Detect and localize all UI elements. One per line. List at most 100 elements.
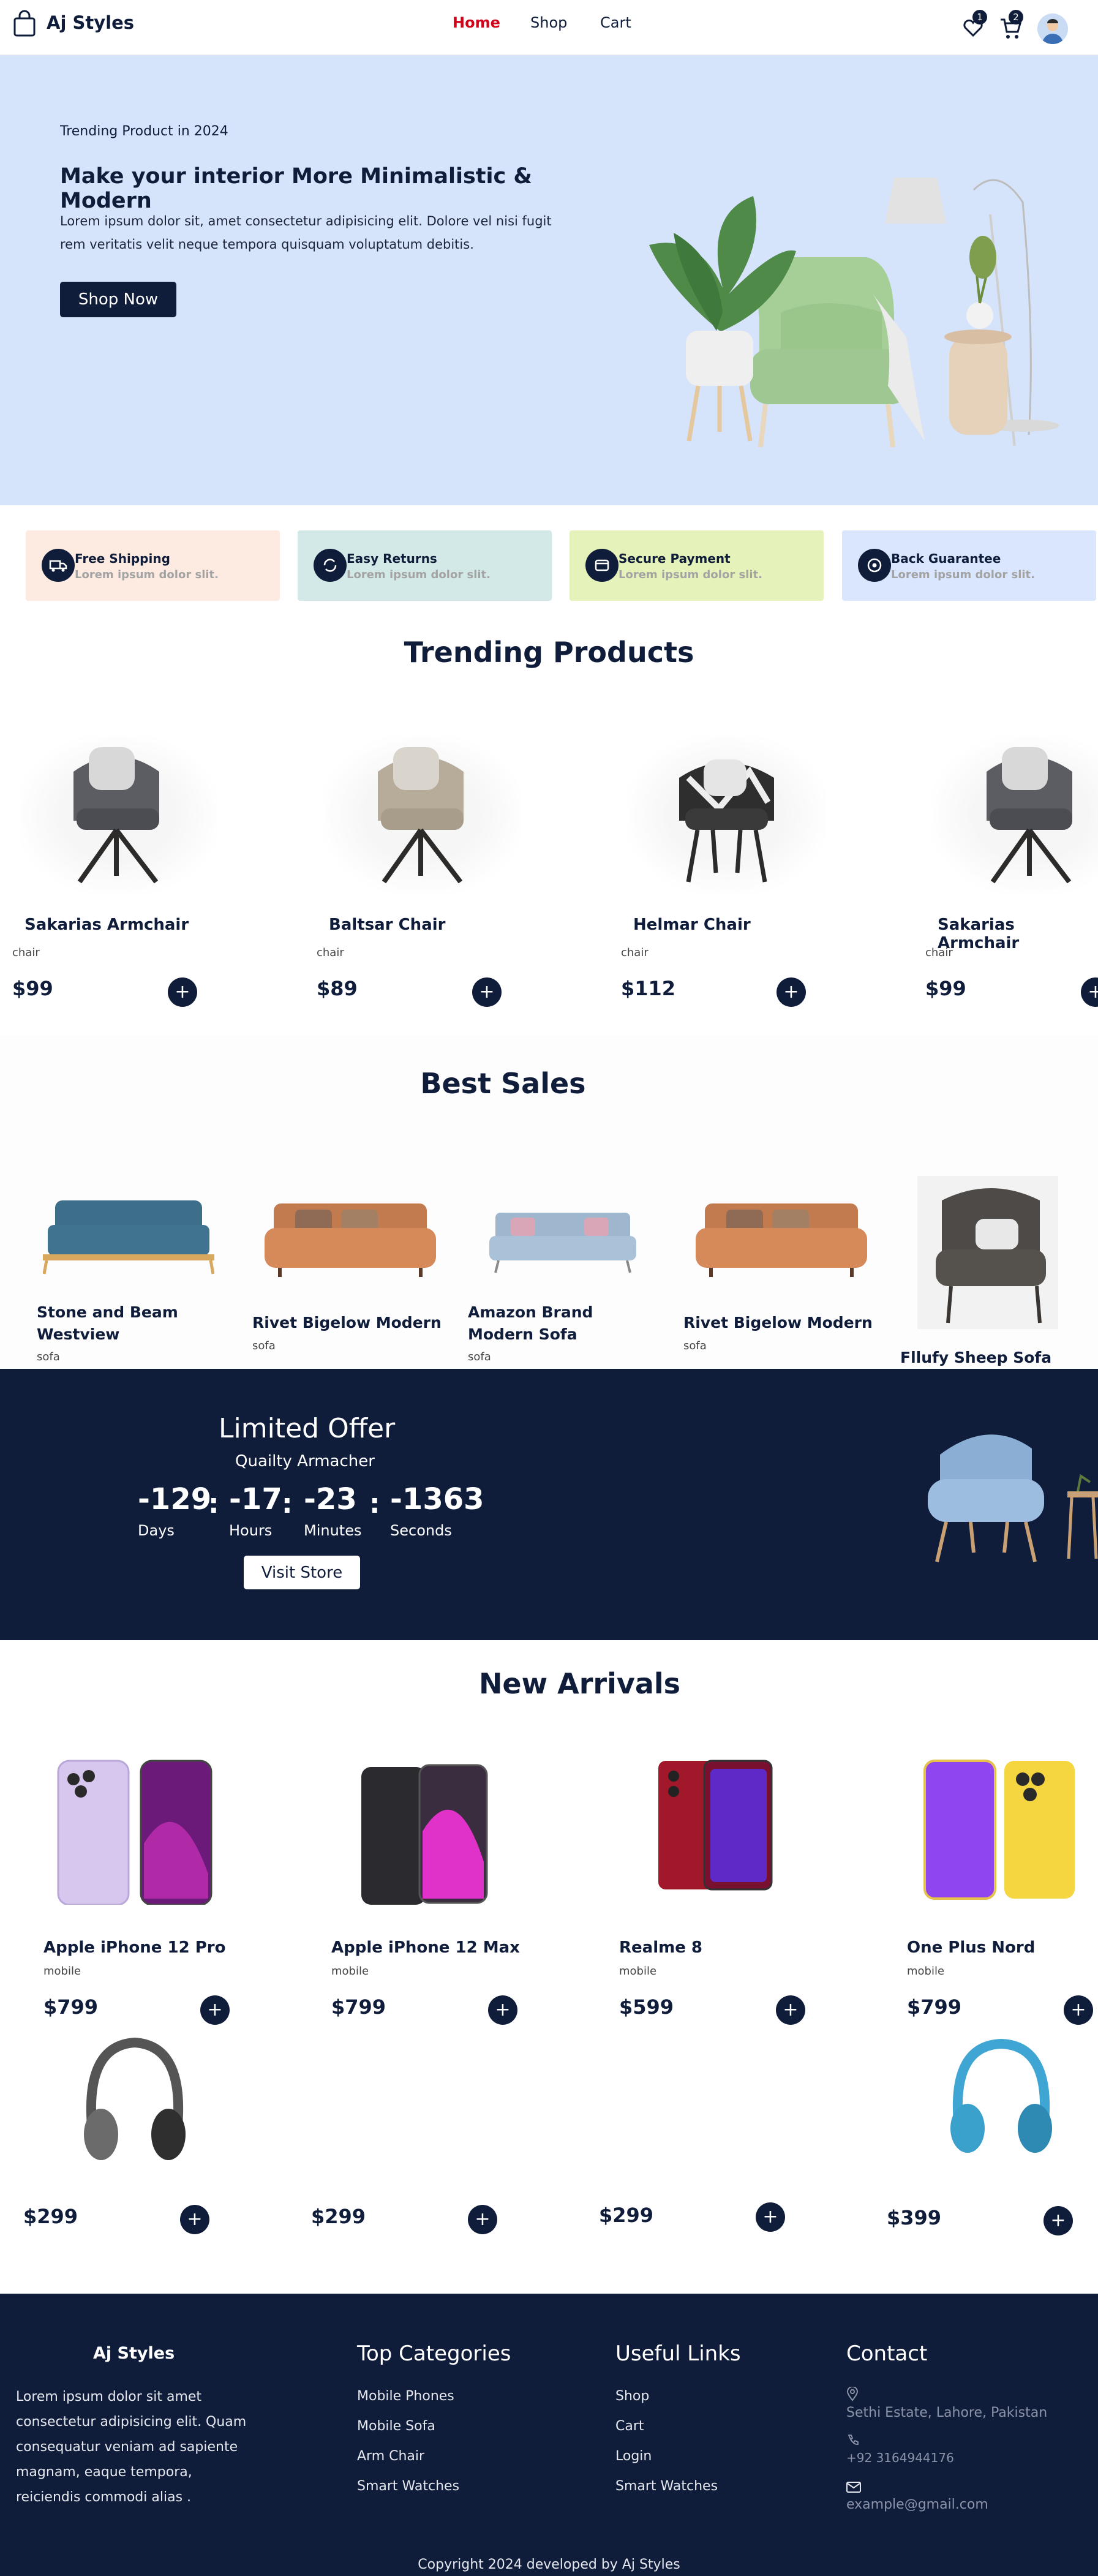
- trending-card[interactable]: Helmar Chair chair $112 +: [609, 704, 854, 1023]
- arrival-card[interactable]: Realme 8 mobile $599 +: [603, 1739, 848, 2033]
- wishlist-badge: 1: [972, 10, 987, 24]
- arrival-card-row2[interactable]: $299 +: [576, 2027, 833, 2248]
- product-name[interactable]: Apple iPhone 12 Max: [331, 1938, 520, 1957]
- user-avatar[interactable]: [1037, 13, 1068, 44]
- add-to-cart-button[interactable]: +: [488, 1995, 517, 2025]
- product-image: [358, 1752, 493, 1905]
- offer-title: Limited Offer: [219, 1413, 396, 1444]
- product-image: [922, 1752, 1081, 1902]
- product-price: $112: [621, 977, 676, 1000]
- trending-card[interactable]: Sakarias Armchair chair $99 +: [913, 704, 1098, 1023]
- product-image: [627, 735, 826, 894]
- best-sales-title: Best Sales: [420, 1067, 586, 1100]
- hero-section: Trending Product in 2024 Make your inter…: [0, 55, 1098, 505]
- feature-subtitle: Lorem ipsum dolor slit.: [619, 568, 762, 581]
- product-name[interactable]: Amazon Brand Modern Sofa: [468, 1301, 627, 1346]
- best-sale-card[interactable]: Fllufy Sheep Sofa: [887, 1151, 1098, 1369]
- feature-title: Back Guarantee: [891, 551, 1001, 566]
- product-name[interactable]: Helmar Chair: [633, 916, 751, 934]
- footer-useful-link[interactable]: Shop: [615, 2389, 649, 2404]
- footer-brand[interactable]: Aj Styles: [93, 2344, 175, 2363]
- add-to-cart-button[interactable]: +: [756, 2202, 785, 2232]
- footer-links-title: Useful Links: [615, 2341, 741, 2366]
- nav-shop[interactable]: Shop: [530, 14, 567, 31]
- product-price: $299: [23, 2205, 78, 2228]
- product-price: $399: [887, 2206, 942, 2229]
- add-to-cart-button[interactable]: +: [776, 977, 806, 1007]
- product-price: $799: [331, 1995, 386, 2019]
- feature-easy-returns: Easy Returns Lorem ipsum dolor slit.: [298, 530, 552, 601]
- product-name[interactable]: Rivet Bigelow Modern: [252, 1314, 442, 1331]
- best-sale-card[interactable]: Rivet Bigelow Modern sofa: [240, 1151, 442, 1369]
- footer-categories-title: Top Categories: [357, 2341, 511, 2366]
- product-name[interactable]: Sakarias Armchair: [938, 916, 1098, 952]
- nav-cart[interactable]: Cart: [600, 14, 631, 31]
- product-name[interactable]: Realme 8: [619, 1938, 702, 1957]
- nav-home[interactable]: Home: [453, 14, 500, 31]
- product-name[interactable]: Fllufy Sheep Sofa: [900, 1349, 1051, 1366]
- footer-category-link[interactable]: Arm Chair: [357, 2449, 424, 2464]
- add-to-cart-button[interactable]: +: [468, 2205, 497, 2234]
- shop-now-button[interactable]: Shop Now: [60, 282, 176, 317]
- footer-category-link[interactable]: Smart Watches: [357, 2479, 459, 2494]
- footer-email[interactable]: example@gmail.com: [846, 2497, 988, 2512]
- phone-icon: [846, 2433, 860, 2447]
- add-to-cart-button[interactable]: +: [1043, 2206, 1073, 2235]
- footer-useful-link[interactable]: Login: [615, 2449, 652, 2464]
- product-name[interactable]: Apple iPhone 12 Pro: [43, 1938, 225, 1957]
- guarantee-icon: [858, 549, 891, 582]
- product-price: $89: [317, 977, 358, 1000]
- footer-phone: +92 3164944176: [846, 2450, 954, 2465]
- hero-eyebrow: Trending Product in 2024: [60, 124, 228, 139]
- add-to-cart-button[interactable]: +: [168, 977, 197, 1007]
- product-image: [917, 1176, 1058, 1329]
- hero-body: Lorem ipsum dolor sit, amet consectetur …: [60, 214, 552, 252]
- countdown-separator: :: [282, 1488, 293, 1520]
- footer-useful-link[interactable]: Cart: [615, 2419, 644, 2434]
- arrival-card-row2[interactable]: $299 +: [0, 2027, 257, 2248]
- best-sale-card[interactable]: Amazon Brand Modern Sofa sofa: [456, 1151, 658, 1369]
- product-name[interactable]: Rivet Bigelow Modern: [683, 1314, 873, 1331]
- product-price: $799: [43, 1995, 99, 2019]
- product-category: chair: [12, 946, 40, 959]
- trending-card[interactable]: Sakarias Armchair chair $99 +: [0, 704, 245, 1023]
- cart-badge: 2: [1009, 10, 1023, 24]
- visit-store-button[interactable]: Visit Store: [244, 1556, 360, 1589]
- best-sale-card[interactable]: Rivet Bigelow Modern sofa: [671, 1151, 873, 1369]
- add-to-cart-button[interactable]: +: [1064, 1995, 1093, 2025]
- arrival-card[interactable]: One Plus Nord mobile $799 +: [891, 1739, 1098, 2033]
- countdown-separator: :: [369, 1488, 380, 1520]
- product-name[interactable]: Stone and Beam Westview: [37, 1301, 184, 1346]
- arrival-card-row2[interactable]: $299 +: [288, 2027, 545, 2248]
- product-name[interactable]: Baltsar Chair: [329, 916, 445, 934]
- footer-useful-link[interactable]: Smart Watches: [615, 2479, 718, 2494]
- product-image: [693, 1197, 870, 1289]
- product-price: $799: [907, 1995, 962, 2019]
- product-category: sofa: [252, 1339, 276, 1352]
- arrival-card[interactable]: Apple iPhone 12 Pro mobile $799 +: [28, 1739, 273, 2033]
- arrival-card[interactable]: Apple iPhone 12 Max mobile $799 +: [315, 1739, 560, 2033]
- trending-card[interactable]: Baltsar Chair chair $89 +: [304, 704, 549, 1023]
- arrival-card-row2[interactable]: $399 +: [863, 2027, 1098, 2248]
- feature-subtitle: Lorem ipsum dolor slit.: [75, 568, 219, 581]
- hero-title: Make your interior More Minimalistic & M…: [60, 164, 532, 213]
- location-pin-icon: [846, 2386, 859, 2401]
- footer-category-link[interactable]: Mobile Sofa: [357, 2419, 435, 2434]
- feature-subtitle: Lorem ipsum dolor slit.: [891, 568, 1035, 581]
- footer-category-link[interactable]: Mobile Phones: [357, 2389, 454, 2404]
- product-price: $299: [311, 2205, 366, 2228]
- add-to-cart-button[interactable]: +: [180, 2205, 209, 2234]
- add-to-cart-button[interactable]: +: [472, 977, 502, 1007]
- brand-name[interactable]: Aj Styles: [47, 12, 134, 33]
- logo-bag-icon[interactable]: [12, 10, 37, 38]
- add-to-cart-button[interactable]: +: [1081, 977, 1098, 1007]
- product-name[interactable]: Sakarias Armchair: [24, 916, 189, 934]
- countdown-seconds: -1363: [390, 1482, 484, 1516]
- add-to-cart-button[interactable]: +: [200, 1995, 230, 2025]
- add-to-cart-button[interactable]: +: [776, 1995, 805, 2025]
- countdown-minutes: -23: [304, 1482, 357, 1516]
- best-sale-card[interactable]: Stone and Beam Westview sofa: [24, 1151, 227, 1369]
- product-name[interactable]: One Plus Nord: [907, 1938, 1035, 1957]
- product-category: sofa: [683, 1339, 707, 1352]
- footer-copyright: Copyright 2024 developed by Aj Styles: [418, 2557, 680, 2572]
